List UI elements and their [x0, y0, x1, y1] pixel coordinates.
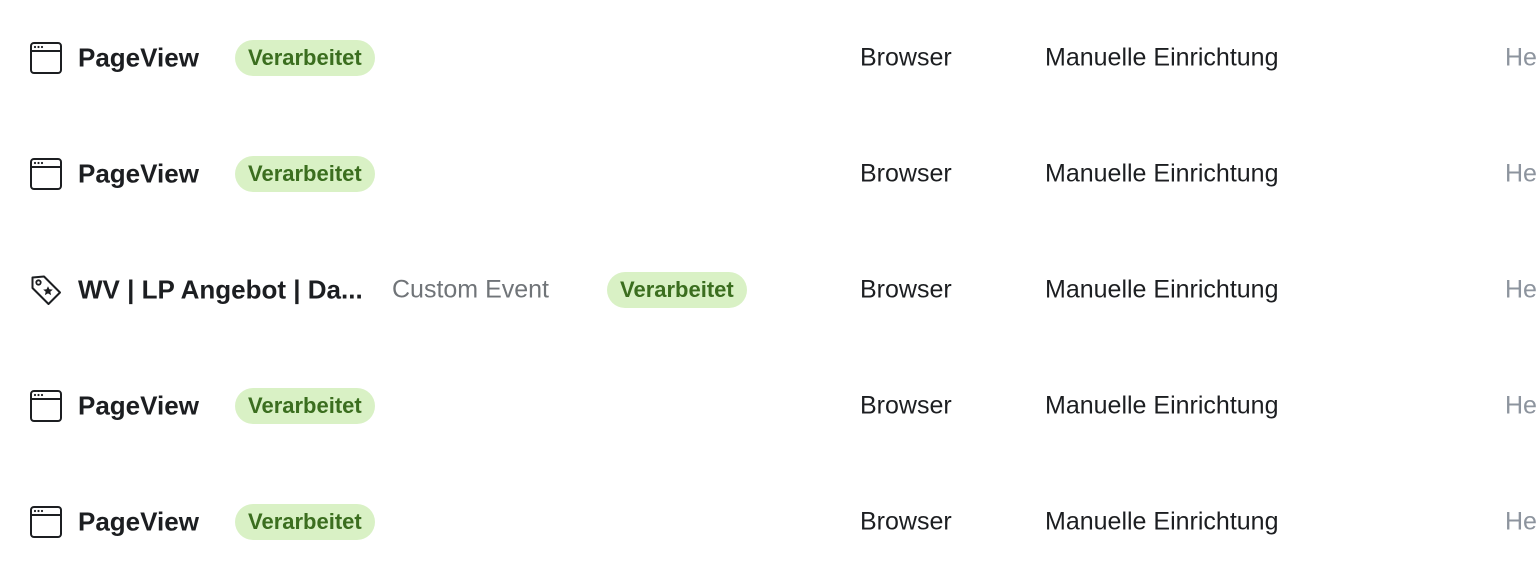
- browser-window-icon: [30, 158, 62, 190]
- truncated-column-text: He: [1505, 507, 1537, 536]
- event-row[interactable]: PageView Verarbeitet Browser Manuelle Ei…: [0, 464, 1540, 580]
- event-row[interactable]: WV | LP Angebot | Da... Custom Event Ver…: [0, 232, 1540, 348]
- truncated-column-text: He: [1505, 275, 1537, 304]
- custom-event-tag-icon: [30, 274, 62, 306]
- setup-method: Manuelle Einrichtung: [1045, 275, 1279, 304]
- setup-method: Manuelle Einrichtung: [1045, 159, 1279, 188]
- event-source: Browser: [860, 391, 952, 420]
- status-badge: Verarbeitet: [235, 504, 375, 540]
- event-row[interactable]: PageView Verarbeitet Browser Manuelle Ei…: [0, 0, 1540, 116]
- truncated-column-text: He: [1505, 159, 1537, 188]
- event-row[interactable]: PageView Verarbeitet Browser Manuelle Ei…: [0, 348, 1540, 464]
- event-name[interactable]: PageView: [78, 43, 199, 74]
- event-name[interactable]: PageView: [78, 391, 199, 422]
- status-badge: Verarbeitet: [235, 40, 375, 76]
- event-row[interactable]: PageView Verarbeitet Browser Manuelle Ei…: [0, 116, 1540, 232]
- event-name[interactable]: PageView: [78, 507, 199, 538]
- event-name[interactable]: PageView: [78, 159, 199, 190]
- status-badge: Verarbeitet: [607, 272, 747, 308]
- truncated-column-text: He: [1505, 391, 1537, 420]
- setup-method: Manuelle Einrichtung: [1045, 391, 1279, 420]
- status-badge: Verarbeitet: [235, 388, 375, 424]
- event-source: Browser: [860, 275, 952, 304]
- setup-method: Manuelle Einrichtung: [1045, 507, 1279, 536]
- browser-window-icon: [30, 390, 62, 422]
- browser-window-icon: [30, 42, 62, 74]
- events-list: PageView Verarbeitet Browser Manuelle Ei…: [0, 0, 1540, 588]
- status-badge: Verarbeitet: [235, 156, 375, 192]
- event-source: Browser: [860, 159, 952, 188]
- setup-method: Manuelle Einrichtung: [1045, 43, 1279, 72]
- event-source: Browser: [860, 507, 952, 536]
- event-source: Browser: [860, 43, 952, 72]
- event-type-label: Custom Event: [392, 275, 550, 304]
- browser-window-icon: [30, 506, 62, 538]
- event-name[interactable]: WV | LP Angebot | Da...: [78, 275, 363, 306]
- truncated-column-text: He: [1505, 43, 1537, 72]
